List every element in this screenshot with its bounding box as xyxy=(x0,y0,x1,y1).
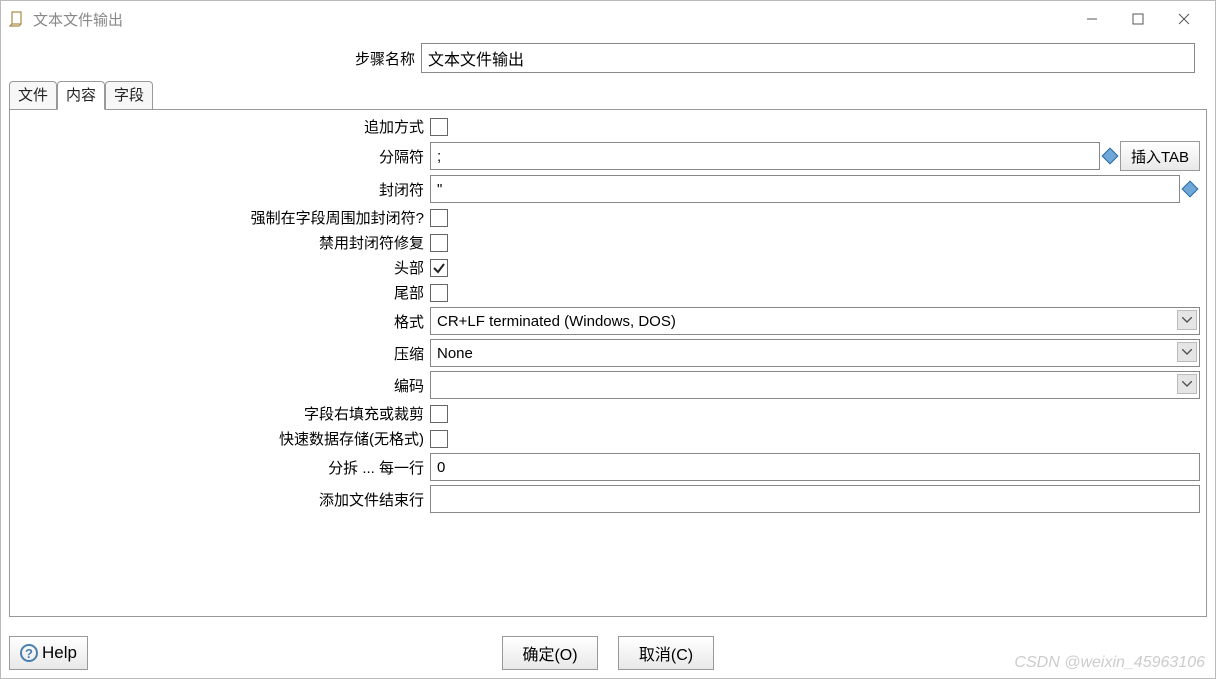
header-checkbox[interactable] xyxy=(430,259,448,277)
footer-label: 尾部 xyxy=(16,282,430,303)
right-pad-trim-label: 字段右填充或裁剪 xyxy=(16,403,430,424)
format-value: CR+LF terminated (Windows, DOS) xyxy=(437,313,676,330)
minimize-button[interactable] xyxy=(1069,4,1115,34)
split-label: 分拆 ... 每一行 xyxy=(16,457,430,478)
var-picker-icon[interactable] xyxy=(1101,148,1118,165)
right-pad-trim-checkbox[interactable] xyxy=(430,405,448,423)
encoding-label: 编码 xyxy=(16,375,430,396)
step-name-row: 步骤名称 xyxy=(1,37,1215,79)
help-icon: ? xyxy=(20,644,38,662)
ok-button[interactable]: 确定(O) xyxy=(502,636,598,670)
append-checkbox[interactable] xyxy=(430,118,448,136)
end-line-label: 添加文件结束行 xyxy=(16,489,430,510)
force-enclose-checkbox[interactable] xyxy=(430,209,448,227)
bottombar: ? Help 确定(O) 取消(C) xyxy=(9,636,1207,670)
chevron-down-icon xyxy=(1177,342,1197,362)
format-label: 格式 xyxy=(16,311,430,332)
chevron-down-icon xyxy=(1177,310,1197,330)
compression-select[interactable]: None xyxy=(430,339,1200,367)
step-name-input[interactable] xyxy=(421,43,1195,73)
chevron-down-icon xyxy=(1177,374,1197,394)
separator-label: 分隔符 xyxy=(16,146,430,167)
force-enclose-label: 强制在字段周围加封闭符? xyxy=(16,207,430,228)
footer-checkbox[interactable] xyxy=(430,284,448,302)
split-input[interactable] xyxy=(430,453,1200,481)
compression-value: None xyxy=(437,345,473,362)
header-label: 头部 xyxy=(16,257,430,278)
var-picker-icon[interactable] xyxy=(1182,181,1199,198)
titlebar: 文本文件输出 xyxy=(1,1,1215,37)
tab-file[interactable]: 文件 xyxy=(9,81,57,109)
compression-label: 压缩 xyxy=(16,343,430,364)
enclosure-input[interactable] xyxy=(430,175,1180,203)
enclosure-label: 封闭符 xyxy=(16,179,430,200)
tab-content[interactable]: 内容 xyxy=(57,81,105,110)
content-panel: 追加方式 分隔符 插入TAB 封闭符 强制在字段周围加封闭符? 禁用封闭符修复 … xyxy=(9,109,1207,617)
format-select[interactable]: CR+LF terminated (Windows, DOS) xyxy=(430,307,1200,335)
encoding-select[interactable] xyxy=(430,371,1200,399)
help-label: Help xyxy=(42,643,77,663)
help-button[interactable]: ? Help xyxy=(9,636,88,670)
maximize-button[interactable] xyxy=(1115,4,1161,34)
end-line-input[interactable] xyxy=(430,485,1200,513)
separator-input[interactable] xyxy=(430,142,1100,170)
close-button[interactable] xyxy=(1161,4,1207,34)
tabstrip: 文件 内容 字段 xyxy=(1,81,1215,109)
disable-enclosure-fix-label: 禁用封闭符修复 xyxy=(16,232,430,253)
disable-enclosure-fix-checkbox[interactable] xyxy=(430,234,448,252)
cancel-button[interactable]: 取消(C) xyxy=(618,636,714,670)
fast-dump-label: 快速数据存储(无格式) xyxy=(16,428,430,449)
fast-dump-checkbox[interactable] xyxy=(430,430,448,448)
tab-fields[interactable]: 字段 xyxy=(105,81,153,109)
step-name-label: 步骤名称 xyxy=(1,48,421,69)
insert-tab-button[interactable]: 插入TAB xyxy=(1120,141,1200,171)
window-title: 文本文件输出 xyxy=(33,9,123,30)
app-icon xyxy=(9,11,25,27)
append-label: 追加方式 xyxy=(16,116,430,137)
